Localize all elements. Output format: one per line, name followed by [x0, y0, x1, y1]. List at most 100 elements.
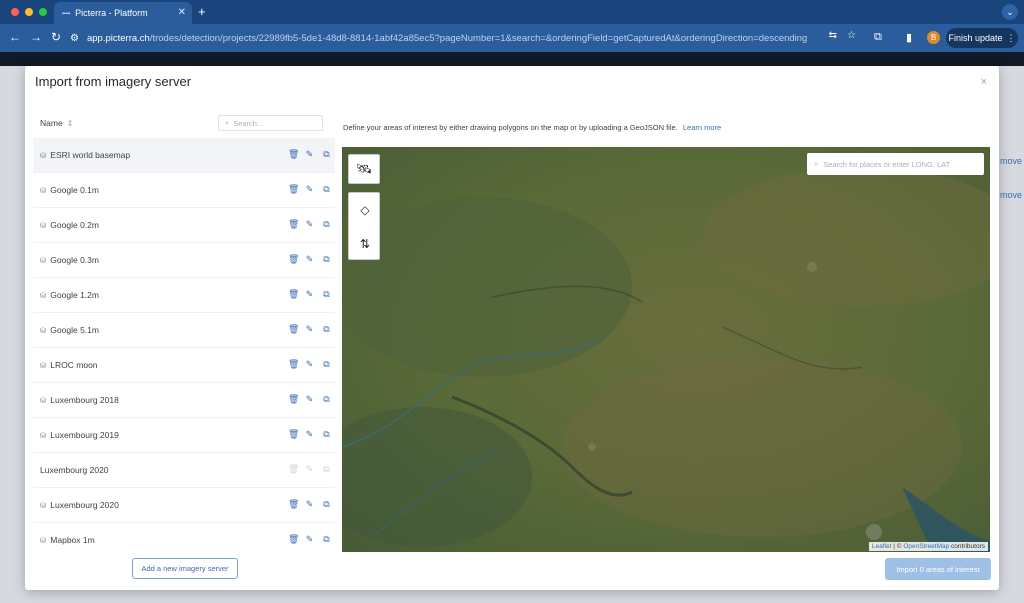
site-info-icon[interactable]: ⚙	[70, 33, 79, 44]
tab-search-chevron-icon[interactable]: ⌄	[1002, 4, 1018, 20]
browser-tab[interactable]: ꟷ Picterra - Platform ✕	[54, 2, 192, 24]
duplicate-icon[interactable]: ⧉	[322, 149, 331, 159]
close-modal-icon[interactable]: ×	[981, 76, 987, 88]
list-item[interactable]: ⛁ Luxembourg 2018 🗑 ✎ ⧉	[33, 383, 335, 418]
delete-icon[interactable]: 🗑	[288, 184, 299, 194]
delete-icon[interactable]: 🗑	[288, 289, 299, 299]
list-item[interactable]: ⛁ Luxembourg 2019 🗑 ✎ ⧉	[33, 418, 335, 453]
server-search-input[interactable]	[233, 118, 314, 128]
upload-geojson-button[interactable]: ⇅	[349, 227, 381, 261]
delete-icon[interactable]: 🗑	[288, 254, 299, 264]
map-description: Define your areas of interest by either …	[343, 123, 721, 132]
openstreetmap-link[interactable]: OpenStreetMap	[903, 543, 949, 550]
duplicate-icon[interactable]: ⧉	[322, 534, 331, 544]
map-draw-controls: ◇ ⇅	[348, 192, 380, 260]
edit-icon[interactable]: ✎	[305, 359, 314, 369]
duplicate-icon[interactable]: ⧉	[322, 184, 331, 194]
close-window-button[interactable]	[11, 8, 19, 16]
server-search-field[interactable]: ⌕	[218, 115, 323, 131]
tab-strip: ꟷ Picterra - Platform ✕ + ⌄	[0, 0, 1024, 24]
import-areas-button[interactable]: Import 0 areas of interest	[885, 558, 991, 580]
list-item[interactable]: ⛁ Google 1.2m 🗑 ✎ ⧉	[33, 278, 335, 313]
duplicate-icon[interactable]: ⧉	[322, 219, 331, 229]
forward-icon[interactable]: →	[30, 30, 42, 44]
profile-avatar[interactable]: B	[927, 31, 940, 44]
duplicate-icon[interactable]: ⧉	[322, 324, 331, 334]
server-name-label: Google 1.2m	[50, 290, 99, 300]
edit-icon[interactable]: ✎	[305, 499, 314, 509]
app-header-bar	[0, 52, 1024, 66]
duplicate-icon[interactable]: ⧉	[322, 394, 331, 404]
search-icon: ⌕	[225, 118, 230, 127]
duplicate-icon[interactable]: ⧉	[322, 254, 331, 264]
learn-more-link[interactable]: Learn more	[683, 123, 721, 132]
delete-icon[interactable]: 🗑	[288, 394, 299, 404]
maximize-window-button[interactable]	[39, 8, 47, 16]
sidebar-icon[interactable]: ▮	[906, 31, 912, 44]
server-name: ⛁ LROC moon	[40, 360, 98, 370]
duplicate-icon[interactable]: ⧉	[322, 359, 331, 369]
edit-icon[interactable]: ✎	[305, 394, 314, 404]
list-item[interactable]: ⛁ Google 5.1m 🗑 ✎ ⧉	[33, 313, 335, 348]
list-item[interactable]: ⛁ Google 0.3m 🗑 ✎ ⧉	[33, 243, 335, 278]
row-actions: 🗑 ✎ ⧉	[288, 289, 331, 299]
place-search-field[interactable]: ⌕	[807, 153, 984, 175]
satellite-icon: 🛰	[355, 161, 373, 176]
imagery-server-icon: ⛁	[40, 535, 47, 545]
reload-icon[interactable]: ↻	[51, 30, 61, 44]
duplicate-icon[interactable]: ⧉	[322, 429, 331, 439]
sort-icon[interactable]: ⇕	[67, 119, 74, 128]
server-name: ⛁ Luxembourg 2018	[40, 395, 119, 405]
edit-icon[interactable]: ✎	[305, 534, 314, 544]
add-imagery-server-button[interactable]: Add a new imagery server	[132, 558, 238, 579]
delete-icon[interactable]: 🗑	[288, 359, 299, 369]
server-name-label: Google 0.2m	[50, 220, 99, 230]
satellite-map[interactable]: 🛰 ◇ ⇅ ⌕ Leaflet | © OpenStreetMap contri…	[342, 147, 990, 552]
name-column-header[interactable]: Name ⇕	[40, 118, 73, 128]
draw-polygon-button[interactable]: ◇	[349, 193, 381, 227]
new-tab-icon[interactable]: +	[198, 4, 206, 19]
minimize-window-button[interactable]	[25, 8, 33, 16]
list-item[interactable]: ⛁ Luxembourg 2020 🗑 ✎ ⧉	[33, 488, 335, 523]
list-item[interactable]: ⛁ ESRI world basemap 🗑 ✎ ⧉	[33, 138, 335, 173]
list-item[interactable]: Luxembourg 2020 🗑 ✎ ⧉	[33, 453, 335, 488]
list-item[interactable]: ⛁ Mapbox 1m 🗑 ✎ ⧉	[33, 523, 335, 550]
delete-icon[interactable]: 🗑	[288, 324, 299, 334]
duplicate-icon: ⧉	[323, 464, 330, 474]
browser-chrome: ꟷ Picterra - Platform ✕ + ⌄ ← → ↻ ⚙ app.…	[0, 0, 1024, 66]
finish-update-button[interactable]: Finish update ⋮	[946, 28, 1018, 48]
delete-icon[interactable]: 🗑	[288, 499, 299, 509]
duplicate-icon[interactable]: ⧉	[322, 499, 331, 509]
edit-icon[interactable]: ✎	[305, 324, 314, 334]
imagery-server-icon: ⛁	[40, 185, 47, 195]
edit-icon[interactable]: ✎	[305, 149, 314, 159]
server-name-label: Luxembourg 2019	[50, 430, 119, 440]
delete-icon: 🗑	[288, 464, 300, 474]
row-actions: 🗑 ✎ ⧉	[288, 429, 331, 439]
translate-icon[interactable]: ⇆	[829, 30, 837, 41]
edit-icon[interactable]: ✎	[305, 254, 314, 264]
place-search-input[interactable]	[823, 159, 974, 169]
edit-icon[interactable]: ✎	[305, 184, 314, 194]
edit-icon[interactable]: ✎	[305, 289, 314, 299]
list-item[interactable]: ⛁ LROC moon 🗑 ✎ ⧉	[33, 348, 335, 383]
duplicate-icon[interactable]: ⧉	[322, 289, 331, 299]
close-tab-icon[interactable]: ✕	[178, 7, 186, 18]
list-item[interactable]: ⛁ Google 0.1m 🗑 ✎ ⧉	[33, 173, 335, 208]
address-bar[interactable]: ⚙ app.picterra.ch /trodes/detection/proj…	[70, 29, 866, 47]
edit-icon[interactable]: ✎	[305, 219, 314, 229]
delete-icon[interactable]: 🗑	[288, 219, 299, 229]
browser-toolbar: ← → ↻ ⚙ app.picterra.ch /trodes/detectio…	[0, 24, 1024, 52]
delete-icon[interactable]: 🗑	[288, 429, 299, 439]
bookmark-star-icon[interactable]: ☆	[847, 30, 856, 41]
extensions-icon[interactable]: ⧉	[874, 31, 882, 44]
polygon-icon: ◇	[360, 203, 370, 217]
server-name: ⛁ Google 0.3m	[40, 255, 99, 265]
list-item[interactable]: ⛁ Google 0.2m 🗑 ✎ ⧉	[33, 208, 335, 243]
edit-icon[interactable]: ✎	[305, 429, 314, 439]
back-icon[interactable]: ←	[9, 30, 21, 44]
imagery-layer-button[interactable]: 🛰	[348, 154, 380, 184]
delete-icon[interactable]: 🗑	[288, 149, 299, 159]
delete-icon[interactable]: 🗑	[288, 534, 299, 544]
leaflet-link[interactable]: Leaflet	[872, 543, 892, 550]
